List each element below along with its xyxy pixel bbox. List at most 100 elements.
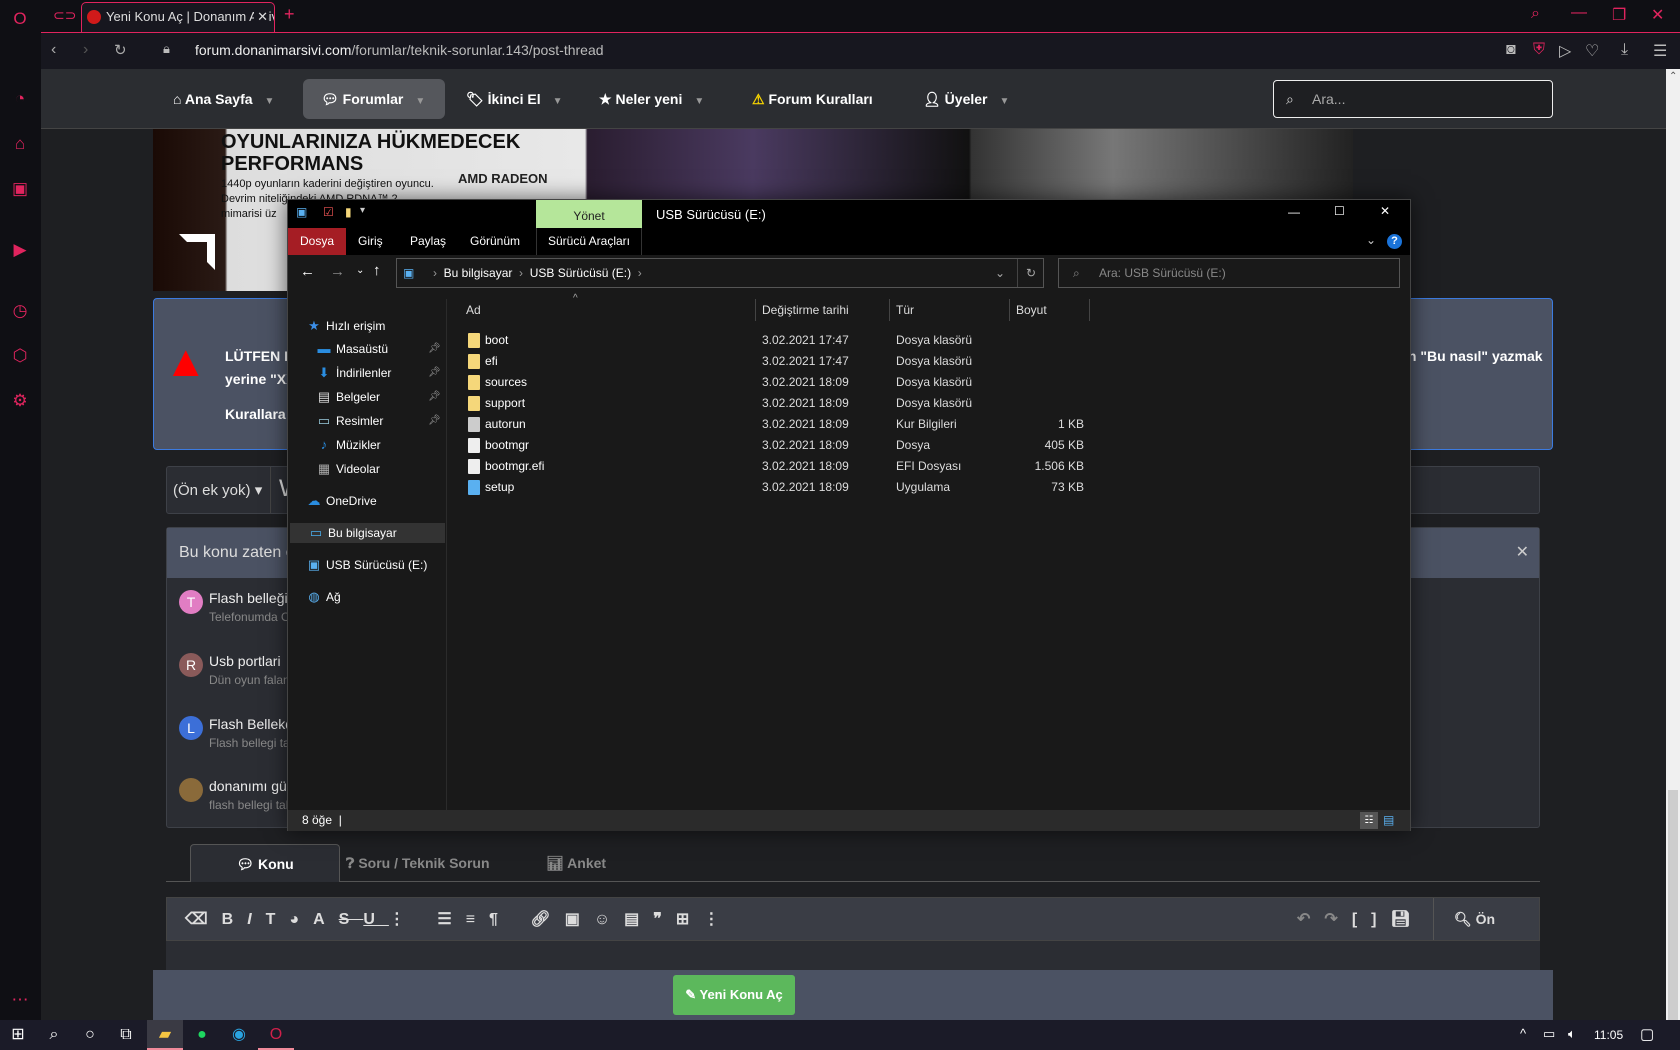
properties-icon[interactable]: ☑ — [323, 205, 334, 219]
file-row[interactable]: boot 3.02.2021 17:47 Dosya klasörü — [448, 330, 1048, 351]
forward-icon[interactable]: → — [330, 263, 345, 280]
chevron-down-icon[interactable]: ▼ — [553, 96, 563, 107]
close-icon[interactable]: ✕ — [1516, 542, 1529, 562]
back-icon[interactable]: ‹ — [51, 41, 56, 59]
tab-paylas[interactable]: Paylaş — [398, 228, 458, 255]
recent-locations-icon[interactable]: ⌄ — [356, 265, 364, 276]
chevron-down-icon[interactable]: ⌄ — [995, 259, 1005, 287]
prefix-select[interactable]: (Ön ek yok) ▾ — [173, 481, 262, 499]
spotify-icon[interactable]: ● — [184, 1020, 220, 1050]
chevron-down-icon[interactable]: ▼ — [415, 96, 425, 107]
show-hidden-icon[interactable]: ^ — [1520, 1026, 1526, 1041]
search-tabs-icon[interactable]: ⌕ — [1531, 5, 1540, 23]
close-tab-icon[interactable]: ✕ — [254, 3, 268, 31]
vpn-shield-icon[interactable]: ⛨ — [1533, 41, 1545, 59]
player-icon[interactable]: ▶ — [10, 240, 30, 260]
notifications-icon[interactable]: ▢ — [1640, 1025, 1654, 1043]
tab-giris[interactable]: Giriş — [346, 228, 395, 255]
file-row[interactable]: sources 3.02.2021 18:09 Dosya klasörü — [448, 372, 1048, 393]
tab-konu[interactable]: 💬︎ Konu — [190, 844, 340, 882]
format-buttons[interactable]: ⌫BIT◕ASU⋮ ☰≡¶ 🔗︎▣☺▤❞⊞⋮ — [185, 909, 733, 929]
twitch-icon[interactable]: ▣ — [10, 179, 30, 199]
nav-item[interactable]: ★ Hızlı erişim — [288, 316, 443, 336]
snapshot-icon[interactable]: ◙ — [1506, 41, 1516, 59]
easy-setup-icon[interactable]: ☰ — [1653, 41, 1667, 61]
nav-item[interactable]: ▭ Bu bilgisayar — [290, 523, 445, 543]
tab-surucu-araclari[interactable]: Sürücü Araçları — [536, 228, 642, 255]
nav-item[interactable]: ☁ OneDrive — [288, 491, 443, 511]
file-explorer-taskbar-icon[interactable]: ▰ — [147, 1020, 183, 1050]
file-row[interactable]: efi 3.02.2021 17:47 Dosya klasörü — [448, 351, 1048, 372]
pin-icon[interactable]: 📌︎ — [428, 411, 441, 431]
chevron-down-icon[interactable]: ▼ — [265, 96, 275, 107]
close-icon[interactable]: ✕ — [1380, 204, 1390, 218]
url-field[interactable]: forum.donanimarsivi.com/forumlar/teknik-… — [195, 42, 604, 58]
expand-ribbon-icon[interactable]: ⌄ — [1366, 233, 1376, 247]
new-thread-button[interactable]: ✎ Yeni Konu Aç — [673, 975, 795, 1015]
nav-forum-rules[interactable]: ⚠ Forum Kuralları — [752, 79, 873, 119]
nav-forums[interactable]: 💬︎ Forumlar ▼ — [303, 79, 445, 119]
explorer-titlebar[interactable]: ▣ ☑ ▮ ▾ Yönet USB Sürücüsü (E:) — ☐ ✕ — [288, 200, 1410, 228]
nav-item[interactable]: ♪ Müzikler — [288, 435, 443, 455]
tiles-view-icon[interactable]: ▤ — [1383, 810, 1394, 831]
column-date[interactable]: Değiştirme tarihi — [756, 299, 890, 321]
chevron-down-icon[interactable]: ▼ — [694, 96, 704, 107]
explorer-search-input[interactable]: ⌕ Ara: USB Sürücüsü (E:) — [1058, 258, 1400, 288]
opera-logo-icon[interactable]: O — [10, 9, 30, 29]
file-row[interactable]: autorun 3.02.2021 18:09 Kur Bilgileri 1 … — [448, 414, 1084, 435]
nav-whats-new[interactable]: ★ Neler yeni ▼ — [599, 79, 704, 119]
preview-button[interactable]: 🔍︎ Ön izleme — [1433, 898, 1539, 969]
column-size[interactable]: Boyut — [1010, 299, 1090, 321]
network-icon[interactable]: ▭ — [1543, 1026, 1555, 1042]
up-icon[interactable]: ↑ — [373, 262, 381, 279]
file-row[interactable]: setup 3.02.2021 18:09 Uygulama 73 KB — [448, 477, 1084, 498]
page-scrollbar[interactable]: ⌃ — [1666, 69, 1680, 1020]
gaming-icon[interactable]: ⌂ — [10, 134, 30, 154]
tab-poll[interactable]: 📊︎ Anket — [546, 844, 606, 882]
forum-search-input[interactable]: ⌕ Ara... — [1273, 80, 1553, 118]
column-type[interactable]: Tür — [890, 299, 1010, 321]
speed-dial-icon[interactable]: ◔ — [10, 89, 30, 109]
settings-icon[interactable]: ⚙ — [10, 391, 30, 411]
task-view-icon[interactable]: ⧉ — [108, 1020, 144, 1050]
start-icon[interactable]: ⊞ — [0, 1020, 36, 1050]
refresh-icon[interactable]: ↻ — [1017, 259, 1036, 287]
path-field[interactable]: ▣ › Bu bilgisayar › USB Sürücüsü (E:) › … — [396, 258, 1044, 288]
details-view-icon[interactable]: ☷ — [1360, 812, 1378, 829]
minimize-icon[interactable]: — — [1571, 4, 1587, 22]
nav-home[interactable]: ⌂ Ana Sayfa ▼ — [173, 79, 274, 119]
column-name[interactable]: Ad — [460, 299, 756, 321]
nav-item[interactable]: ▣ USB Sürücüsü (E:) — [288, 555, 443, 575]
reload-icon[interactable]: ↻ — [114, 41, 127, 59]
tab-gorunum[interactable]: Görünüm — [458, 228, 532, 255]
restore-icon[interactable]: ❐ — [1612, 5, 1626, 25]
undo-redo-buttons[interactable]: ↶↷[]💾︎ — [1297, 909, 1425, 929]
new-folder-icon[interactable]: ▮ — [345, 205, 352, 219]
customize-qat-icon[interactable]: ▾ — [360, 205, 365, 216]
edge-icon[interactable]: ◉ — [221, 1020, 257, 1050]
nav-item[interactable]: ▭ Resimler 📌︎ — [288, 411, 443, 431]
close-window-icon[interactable]: ✕ — [1651, 5, 1664, 25]
gx-icon[interactable]: ⊂⊃ — [53, 7, 76, 24]
heart-icon[interactable]: ♡ — [1585, 41, 1599, 61]
manage-tab[interactable]: Yönet — [536, 200, 642, 228]
cortana-icon[interactable]: ○ — [72, 1020, 108, 1050]
editor-body[interactable] — [166, 941, 1540, 971]
pin-icon[interactable]: 📌︎ — [428, 363, 441, 383]
breadcrumb-this-pc[interactable]: Bu bilgisayar — [444, 266, 513, 280]
volume-icon[interactable]: 🔈︎ — [1568, 1026, 1576, 1042]
history-icon[interactable]: ◷ — [10, 301, 30, 321]
clock[interactable]: 11:05 — [1594, 1028, 1623, 1042]
file-row[interactable]: support 3.02.2021 18:09 Dosya klasörü — [448, 393, 1048, 414]
file-row[interactable]: bootmgr.efi 3.02.2021 18:09 EFI Dosyası … — [448, 456, 1084, 477]
help-icon[interactable]: ? — [1387, 234, 1402, 249]
nav-item[interactable]: ▦ Videolar — [288, 459, 443, 479]
nav-item[interactable]: ◍ Ağ — [288, 587, 443, 607]
minimize-icon[interactable]: — — [1288, 205, 1300, 219]
tab-question[interactable]: ❓︎ Soru / Teknik Sorun — [346, 844, 490, 882]
send-icon[interactable]: ▷ — [1559, 41, 1571, 61]
new-tab-button[interactable]: + — [284, 4, 295, 25]
back-icon[interactable]: ← — [300, 263, 315, 280]
tab-active[interactable]: Yeni Konu Aç | Donanım Arşivi ✕ — [81, 2, 275, 32]
pin-icon[interactable]: 📌︎ — [428, 339, 441, 359]
